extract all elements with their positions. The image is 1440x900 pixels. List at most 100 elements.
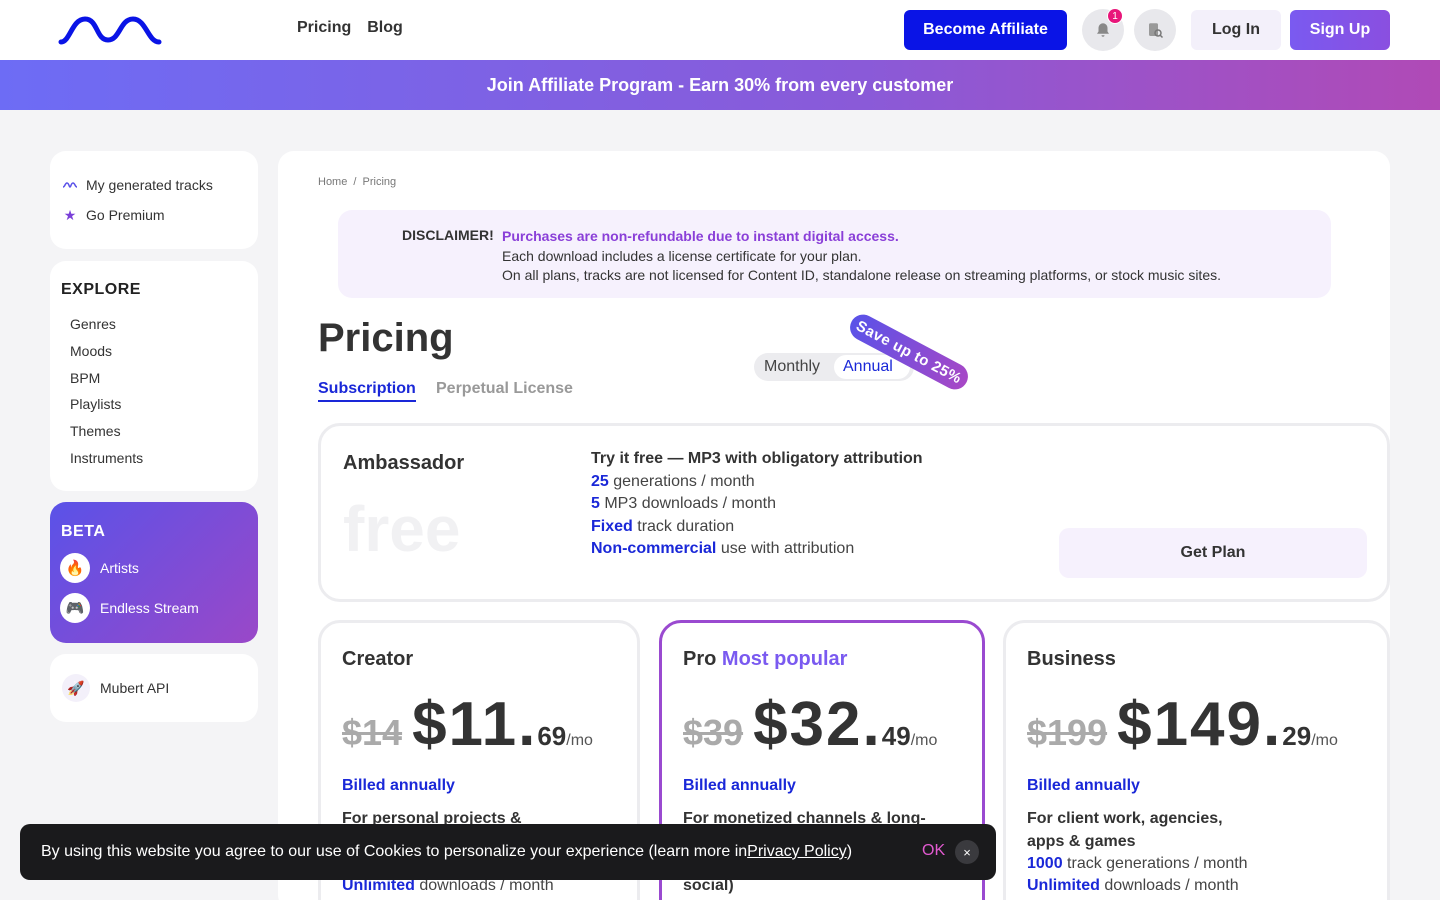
- save-badge: Save up to 25%: [845, 310, 973, 394]
- nav-pricing[interactable]: Pricing: [297, 19, 351, 37]
- old-price: $39: [683, 712, 744, 753]
- breadcrumb-current: Pricing: [362, 176, 397, 188]
- billing-note: Billed annually: [1027, 777, 1140, 794]
- sidebar-item-instruments[interactable]: Instruments: [70, 450, 143, 477]
- document-search-icon: [1149, 23, 1164, 39]
- cookie-text-end: ): [846, 843, 853, 860]
- plan-price: $39 $32 . 49 /mo: [683, 689, 937, 760]
- price-period: /mo: [910, 732, 938, 749]
- disclaimer-line: Each download includes a license certifi…: [502, 247, 862, 264]
- disclaimer-label: DISCLAIMER!: [402, 227, 494, 243]
- plan-name-text: Pro: [683, 648, 717, 670]
- sidebar-item-mubert-api[interactable]: 🚀 Mubert API: [62, 674, 169, 702]
- nav-blog[interactable]: Blog: [367, 19, 403, 37]
- gamepad-icon: 🎮: [60, 593, 90, 623]
- plan-card-business: Business $199 $149 . 29 /mo Billed annua…: [1003, 620, 1390, 900]
- sidebar-item-playlists[interactable]: Playlists: [70, 396, 143, 423]
- feature-row: Unlimited downloads / month: [1027, 875, 1239, 898]
- sidebar-item-label: Mubert API: [100, 680, 170, 696]
- plan-price: $199 $149 . 29 /mo: [1027, 689, 1338, 760]
- price-cents: 69: [537, 721, 567, 751]
- plan-price-free: free: [343, 493, 461, 565]
- feature-row: Non-commercial use with attribution: [591, 538, 923, 561]
- signup-button[interactable]: Sign Up: [1290, 10, 1390, 50]
- price-cents: 49: [881, 721, 911, 751]
- sidebar-item-my-tracks[interactable]: My generated tracks: [62, 177, 213, 193]
- tab-subscription[interactable]: Subscription: [318, 380, 416, 402]
- plan-features: Try it free — MP3 with obligatory attrib…: [591, 448, 923, 561]
- disclaimer-box: DISCLAIMER! Purchases are non-refundable…: [338, 210, 1331, 298]
- plan-headline: Try it free — MP3 with obligatory attrib…: [591, 450, 923, 467]
- plan-name: Business: [1027, 648, 1116, 670]
- disclaimer-highlight: Purchases are non-refundable due to inst…: [502, 228, 899, 244]
- price-dot: .: [862, 690, 882, 759]
- close-icon[interactable]: ×: [955, 840, 979, 864]
- cookie-text: By using this website you agree to our u…: [41, 843, 748, 860]
- feature-text: use with attribution: [716, 540, 855, 557]
- explore-heading: EXPLORE: [61, 281, 141, 298]
- feature-value: 25: [591, 472, 609, 490]
- price-dot: .: [518, 690, 538, 759]
- license-lookup-button[interactable]: [1134, 9, 1176, 51]
- feature-text: generations / month: [608, 472, 755, 490]
- price-whole: $149: [1117, 690, 1264, 759]
- sidebar-item-moods[interactable]: Moods: [70, 343, 143, 370]
- feature-text: track generations / month: [1062, 855, 1248, 872]
- main-nav: Pricing Blog: [297, 19, 403, 37]
- disclaimer-line: On all plans, tracks are not licensed fo…: [502, 267, 1221, 283]
- plan-name: Pro Most popular: [683, 648, 847, 671]
- sidebar-item-genres[interactable]: Genres: [70, 316, 143, 343]
- pricing-main-panel: Home / Pricing DISCLAIMER! Purchases are…: [278, 151, 1390, 900]
- price-whole: $32: [753, 690, 863, 759]
- feature-row: Fixed track duration: [591, 516, 923, 539]
- become-affiliate-button[interactable]: Become Affiliate: [904, 10, 1067, 50]
- beta-heading: BETA: [61, 523, 106, 540]
- get-plan-button[interactable]: Get Plan: [1059, 528, 1367, 578]
- notification-count-badge: 1: [1107, 8, 1123, 24]
- tab-perpetual-license[interactable]: Perpetual License: [436, 380, 573, 398]
- sidebar-beta-card: BETA 🔥 Artists 🎮 Endless Stream: [50, 502, 258, 643]
- sidebar-item-label: Artists: [100, 560, 139, 576]
- billing-note: Billed annually: [683, 777, 796, 794]
- price-dot: .: [1263, 690, 1283, 759]
- sidebar-item-label: Go Premium: [86, 207, 165, 223]
- sidebar-explore-card: EXPLORE Genres Moods BPM Playlists Theme…: [50, 261, 258, 491]
- plan-name: Creator: [342, 648, 414, 670]
- old-price: $199: [1027, 712, 1108, 753]
- feature-row: 1000 track generations / month: [1027, 853, 1248, 876]
- login-button[interactable]: Log In: [1191, 10, 1281, 50]
- price-whole: $11: [412, 690, 519, 759]
- plan-description: For client work, agencies, apps & games: [1027, 808, 1297, 853]
- wave-icon: [62, 177, 78, 193]
- rocket-icon: 🚀: [62, 674, 90, 702]
- privacy-policy-link[interactable]: Privacy Policy: [747, 843, 847, 861]
- top-header: Pricing Blog Become Affiliate 1 Log In S…: [0, 0, 1440, 60]
- sidebar-api-card: 🚀 Mubert API: [50, 654, 258, 722]
- sidebar-item-bpm[interactable]: BPM: [70, 370, 143, 397]
- affiliate-banner[interactable]: Join Affiliate Program - Earn 30% from e…: [0, 60, 1440, 110]
- breadcrumb: Home / Pricing: [318, 176, 396, 188]
- mubert-logo[interactable]: [58, 14, 162, 46]
- sidebar-item-go-premium[interactable]: ★ Go Premium: [62, 206, 165, 224]
- star-icon: ★: [63, 206, 77, 223]
- sidebar-item-endless-stream[interactable]: 🎮 Endless Stream: [60, 593, 199, 623]
- billing-note: Billed annually: [342, 777, 455, 794]
- page-title: Pricing: [318, 316, 454, 360]
- toggle-monthly[interactable]: Monthly: [764, 358, 820, 376]
- feature-value: 1000: [1027, 855, 1063, 872]
- billing-period-toggle[interactable]: Monthly Annual: [754, 353, 914, 381]
- cookie-ok-button[interactable]: OK: [922, 842, 945, 860]
- feature-row: 25 generations / month: [591, 471, 923, 494]
- breadcrumb-home[interactable]: Home: [318, 176, 347, 188]
- feature-text: MP3 downloads / month: [599, 495, 776, 512]
- plan-price: $14 $11 . 69 /mo: [342, 689, 593, 760]
- bell-icon: [1097, 23, 1109, 37]
- plan-description-line: apps & games: [1027, 832, 1136, 850]
- sidebar-item-artists[interactable]: 🔥 Artists: [60, 553, 139, 583]
- feature-text: downloads / month: [1099, 877, 1239, 894]
- sidebar-item-themes[interactable]: Themes: [70, 423, 143, 450]
- price-period: /mo: [1311, 732, 1338, 749]
- old-price: $14: [342, 712, 403, 753]
- sidebar-user-card: My generated tracks ★ Go Premium: [50, 151, 258, 249]
- fire-icon: 🔥: [60, 553, 90, 583]
